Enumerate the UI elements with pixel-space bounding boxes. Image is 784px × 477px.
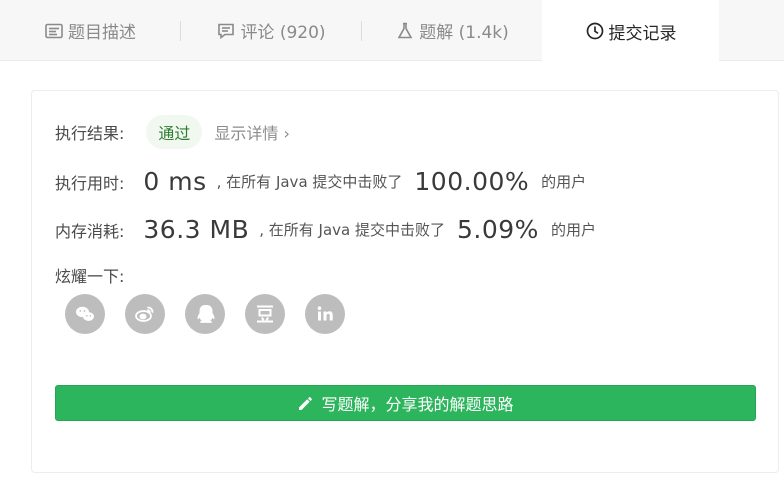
show-details-link[interactable]: 显示详情 › — [214, 120, 290, 144]
tab-solutions[interactable]: 题解 (1.4k) — [362, 0, 542, 61]
tab-comments[interactable]: 评论 (920) — [181, 0, 361, 61]
runtime-row: 执行用时: 0 ms , 在所有 Java 提交中击败了 100.00% 的用户 — [55, 167, 586, 196]
share-wechat-button[interactable] — [65, 294, 105, 334]
share-qq-button[interactable] — [185, 294, 225, 334]
tab-description-label: 题目描述 — [68, 23, 136, 43]
memory-value: 36.3 MB — [143, 215, 250, 244]
write-solution-button[interactable]: 写题解，分享我的解题思路 — [55, 385, 756, 421]
tab-submissions-label: 提交记录 — [608, 23, 677, 44]
memory-row: 内存消耗: 36.3 MB , 在所有 Java 提交中击败了 5.09% 的用… — [55, 215, 596, 244]
runtime-beat-text: , 在所有 Java 提交中击败了 — [216, 173, 403, 191]
douban-icon — [253, 302, 277, 326]
tab-submissions[interactable]: 提交记录 — [542, 0, 719, 62]
comment-icon — [216, 21, 236, 41]
flask-icon — [395, 21, 415, 41]
tab-solutions-label: 题解 (1.4k) — [419, 23, 509, 43]
runtime-label: 执行用时: — [55, 173, 125, 193]
tab-bar: 题目描述 评论 (920) 题解 (1.4k) 提交记录 — [0, 0, 784, 62]
write-solution-label: 写题解，分享我的解题思路 — [321, 395, 514, 414]
qq-icon — [193, 302, 217, 326]
result-label: 执行结果: — [55, 124, 125, 143]
submission-result-card: 执行结果: 通过 显示详情 › 执行用时: 0 ms , 在所有 Java 提交… — [31, 90, 779, 473]
share-weibo-button[interactable] — [125, 294, 165, 334]
result-row: 执行结果: 通过 显示详情 › — [55, 115, 290, 149]
memory-label: 内存消耗: — [55, 221, 125, 241]
memory-beat-text: , 在所有 Java 提交中击败了 — [259, 221, 446, 239]
tab-comments-label: 评论 (920) — [240, 23, 326, 43]
share-douban-button[interactable] — [245, 294, 285, 334]
linkedin-icon — [313, 302, 337, 326]
wechat-icon — [73, 302, 97, 326]
runtime-suffix: 的用户 — [541, 173, 587, 191]
weibo-icon — [133, 302, 157, 326]
pencil-icon — [297, 394, 315, 412]
clock-icon — [585, 21, 605, 41]
tab-description[interactable]: 题目描述 — [0, 0, 180, 61]
runtime-percent: 100.00% — [414, 167, 530, 196]
share-row: 炫耀一下: — [55, 263, 124, 287]
memory-suffix: 的用户 — [550, 221, 596, 239]
memory-percent: 5.09% — [457, 215, 539, 244]
description-icon — [44, 21, 64, 41]
runtime-value: 0 ms — [143, 167, 207, 196]
share-linkedin-button[interactable] — [305, 294, 345, 334]
share-label: 炫耀一下: — [55, 267, 125, 286]
status-badge: 通过 — [146, 115, 203, 149]
